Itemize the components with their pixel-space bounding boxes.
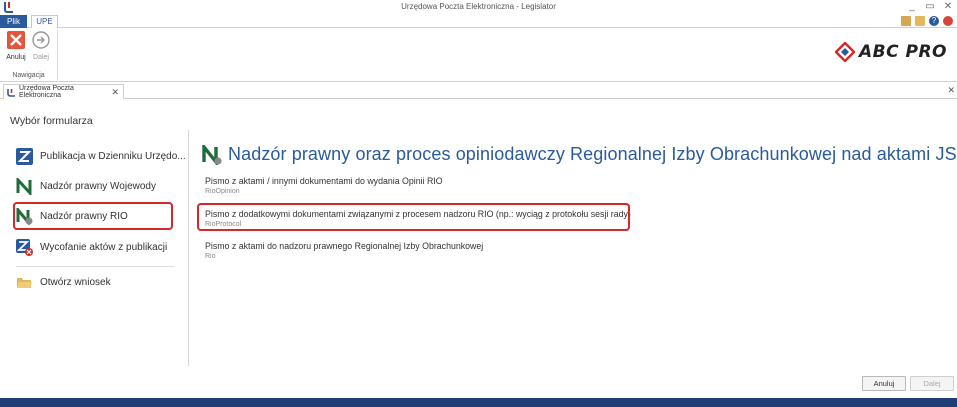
sidebar-item-label: Publikacja w Dzienniku Urzędo... — [40, 150, 186, 162]
sidebar-divider — [16, 266, 174, 267]
sidebar-item-otworz-wniosek[interactable]: Otwórz wniosek — [16, 271, 176, 293]
section-title: Wybór formularza — [10, 115, 93, 127]
cancel-button[interactable]: Anuluj — [862, 376, 906, 391]
tab-plik[interactable]: Plik — [0, 15, 27, 28]
ribbon-next-button[interactable]: Dalej — [28, 31, 54, 61]
dziennik-z-icon — [16, 147, 33, 165]
maximize-button[interactable]: ▭ — [921, 0, 939, 15]
ribbon-tabs: Plik UPE ? — [0, 15, 957, 29]
ribbon-group-label: Nawigacja — [12, 72, 45, 79]
document-tab-strip: Urzędowa Poczta Elektroniczna ✕ ✕ — [0, 84, 957, 99]
option-title: Pismo z aktami / innymi dokumentami do w… — [205, 176, 443, 186]
help-icon[interactable]: ? — [929, 16, 939, 26]
tab-upe[interactable]: UPE — [31, 15, 58, 29]
window-controls: _ ▭ ✕ — [903, 0, 957, 15]
wycofanie-icon — [16, 238, 33, 256]
doc-tab-close-icon[interactable]: ✕ — [111, 87, 119, 98]
nadzor-rio-header-icon — [202, 144, 222, 165]
abc-pro-logo-icon — [834, 42, 855, 62]
sidebar-item-publikacja[interactable]: Publikacja w Dzienniku Urzędo... — [16, 145, 186, 167]
briefcase-icon[interactable] — [901, 16, 911, 26]
cancel-x-icon — [7, 31, 25, 49]
nadzor-n-icon — [16, 177, 32, 195]
close-window-button[interactable]: ✕ — [939, 0, 957, 15]
ribbon-next-label: Dalej — [33, 54, 49, 61]
sidebar-item-wycofanie[interactable]: Wycofanie aktów z publikacji — [16, 236, 176, 258]
option-rio[interactable]: Pismo z aktami do nadzoru prawnego Regio… — [205, 241, 483, 260]
sidebar-selection-highlight — [13, 202, 173, 230]
folder-icon[interactable] — [915, 16, 925, 26]
folder-open-icon — [17, 277, 32, 288]
title-bar: Urzędowa Poczta Elektroniczna - Legislat… — [0, 0, 957, 15]
upe-tab-icon — [7, 88, 15, 97]
ribbon-cancel-button[interactable]: Anuluj — [3, 31, 29, 61]
settings-icon[interactable] — [943, 16, 953, 26]
content-divider — [188, 130, 189, 366]
option-rio-opinion[interactable]: Pismo z aktami / innymi dokumentami do w… — [205, 176, 443, 195]
option-highlight — [197, 203, 630, 231]
ribbon-body: Anuluj Dalej Nawigacja ABC PRO — [0, 28, 957, 82]
option-code: Rio — [205, 253, 216, 260]
sidebar-item-nadzor-wojewody[interactable]: Nadzór prawny Wojewody — [16, 175, 176, 197]
next-button[interactable]: Dalej — [910, 376, 954, 391]
doc-tab-upe[interactable]: Urzędowa Poczta Elektroniczna ✕ — [3, 84, 124, 99]
minimize-button[interactable]: _ — [903, 0, 921, 15]
window-title: Urzędowa Poczta Elektroniczna - Legislat… — [401, 2, 556, 11]
main-title: Nadzór prawny oraz proces opiniodawczy R… — [228, 144, 957, 164]
strip-close-icon[interactable]: ✕ — [947, 85, 955, 96]
brand-logo: ABC PRO — [834, 42, 947, 62]
status-bar — [0, 398, 957, 407]
option-code: RioOpinion — [205, 188, 240, 195]
sidebar-item-label: Nadzór prawny Wojewody — [40, 180, 156, 192]
brand-name: ABC PRO — [858, 42, 947, 62]
main-header: Nadzór prawny oraz proces opiniodawczy R… — [202, 144, 957, 165]
arrow-right-circle-icon — [32, 31, 50, 49]
ribbon-cancel-label: Anuluj — [6, 54, 26, 61]
doc-tab-title: Urzędowa Poczta Elektroniczna — [19, 85, 74, 99]
sidebar-item-label: Otwórz wniosek — [40, 276, 111, 288]
option-title: Pismo z aktami do nadzoru prawnego Regio… — [205, 241, 484, 251]
ribbon-group-divider — [57, 30, 58, 80]
ribbon-quick-icons: ? — [901, 15, 953, 26]
sidebar-item-label: Wycofanie aktów z publikacji — [40, 241, 168, 253]
